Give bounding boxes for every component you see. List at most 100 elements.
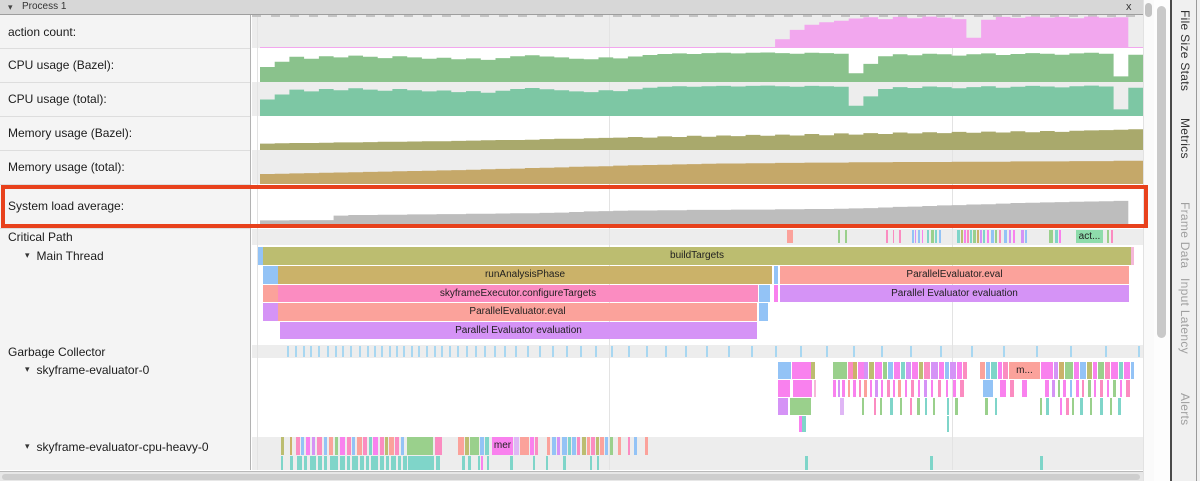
trace-event[interactable] [340, 437, 345, 455]
trace-event[interactable] [931, 230, 934, 243]
trace-event[interactable] [389, 437, 394, 455]
trace-event[interactable] [1066, 398, 1069, 415]
trace-event[interactable] [395, 437, 399, 455]
gc-tick[interactable] [751, 346, 753, 357]
trace-event[interactable] [352, 437, 355, 455]
trace-event[interactable] [306, 437, 310, 455]
trace-event[interactable] [1010, 380, 1014, 397]
gc-tick[interactable] [327, 346, 329, 357]
trace-event[interactable] [324, 437, 327, 455]
collapse-triangle-icon[interactable]: ▾ [25, 364, 30, 375]
trace-event[interactable] [329, 437, 333, 455]
trace-event[interactable] [552, 437, 556, 455]
tab-frame-data[interactable]: Frame Data [1178, 202, 1192, 268]
trace-event[interactable] [998, 362, 1002, 379]
trace-event[interactable] [1094, 380, 1096, 397]
trace-event[interactable] [919, 362, 923, 379]
trace-event[interactable] [838, 380, 840, 397]
trace-event[interactable] [318, 456, 322, 470]
trace-event[interactable] [324, 456, 327, 470]
trace-event[interactable] [886, 230, 888, 243]
gc-tick[interactable] [800, 346, 802, 357]
track-label-skyframe-evaluator-0[interactable]: ▾skyframe-evaluator-0 [0, 361, 275, 378]
trace-event[interactable] [911, 380, 914, 397]
trace-event[interactable] [1120, 380, 1122, 397]
gc-tick[interactable] [971, 346, 973, 357]
trace-event[interactable] [1107, 230, 1109, 243]
trace-event[interactable] [912, 362, 918, 379]
gc-tick[interactable] [381, 346, 383, 357]
trace-event[interactable] [869, 362, 874, 379]
trace-event[interactable] [947, 398, 949, 415]
trace-event[interactable] [980, 362, 985, 379]
trace-event[interactable] [922, 230, 923, 243]
gc-tick[interactable] [389, 346, 391, 357]
trace-event[interactable] [963, 362, 967, 379]
trace-event[interactable] [986, 362, 990, 379]
trace-event[interactable] [1060, 398, 1062, 415]
trace-event[interactable] [1105, 362, 1110, 379]
trace-event[interactable] [939, 362, 944, 379]
trace-event[interactable] [814, 380, 816, 397]
trace-event[interactable] [568, 437, 571, 455]
trace-event[interactable] [462, 456, 465, 470]
trace-event[interactable] [893, 380, 895, 397]
trace-event[interactable] [957, 362, 962, 379]
gc-tick[interactable] [611, 346, 613, 357]
gc-tick[interactable] [826, 346, 828, 357]
trace-event[interactable] [961, 230, 963, 243]
tab-file-size-stats[interactable]: File Size Stats [1178, 10, 1192, 91]
trace-event[interactable] [845, 230, 847, 243]
track-label-memory-usage-total[interactable]: Memory usage (total): [0, 150, 258, 184]
trace-event[interactable] [811, 362, 815, 379]
track-label-cpu-usage-bazel[interactable]: CPU usage (Bazel): [0, 48, 258, 82]
trace-event[interactable] [973, 230, 976, 243]
gc-tick[interactable] [466, 346, 468, 357]
trace-event[interactable] [778, 398, 788, 415]
trace-event[interactable] [401, 437, 404, 455]
trace-event[interactable] [899, 230, 901, 243]
trace-event[interactable] [533, 456, 535, 470]
trace-event[interactable] [792, 362, 811, 379]
gc-tick[interactable] [426, 346, 428, 357]
trace-event[interactable] [628, 437, 630, 455]
trace-event[interactable] [945, 362, 949, 379]
trace-event[interactable] [970, 230, 972, 243]
trace-event[interactable] [802, 416, 806, 432]
gc-tick[interactable] [853, 346, 855, 357]
trace-event[interactable] [888, 362, 893, 379]
trace-event[interactable] [924, 380, 927, 397]
trace-event[interactable] [893, 230, 894, 243]
gc-tick[interactable] [418, 346, 420, 357]
trace-event[interactable] [310, 456, 316, 470]
trace-event[interactable] [991, 230, 994, 243]
trace-event[interactable] [1107, 380, 1109, 397]
trace-event[interactable] [465, 437, 469, 455]
trace-event[interactable] [1009, 230, 1011, 243]
trace-event[interactable] [1045, 380, 1049, 397]
trace-event[interactable] [391, 456, 396, 470]
gc-tick[interactable] [504, 346, 506, 357]
gc-tick[interactable] [515, 346, 517, 357]
trace-event[interactable] [1052, 380, 1055, 397]
gc-tick[interactable] [449, 346, 451, 357]
trace-event[interactable] [408, 456, 434, 470]
trace-event[interactable] [977, 230, 979, 243]
trace-event[interactable] [1025, 230, 1027, 243]
counter-chart-memory-usage-total[interactable] [260, 153, 1143, 184]
gc-tick[interactable] [527, 346, 529, 357]
trace-event[interactable] [1124, 362, 1130, 379]
trace-event[interactable] [774, 266, 778, 284]
trace-event[interactable] [312, 437, 315, 455]
trace-event[interactable] [924, 362, 930, 379]
tab-input-latency[interactable]: Input Latency [1178, 278, 1192, 354]
trace-event[interactable] [1074, 362, 1079, 379]
gc-tick[interactable] [441, 346, 443, 357]
trace-event[interactable] [930, 456, 933, 470]
trace-event[interactable] [938, 380, 941, 397]
trace-event[interactable] [1119, 362, 1123, 379]
track-label-action-count[interactable]: action count: [0, 15, 258, 48]
trace-event[interactable] [563, 456, 566, 470]
trace-event[interactable] [385, 437, 388, 455]
trace-event[interactable] [369, 437, 372, 455]
